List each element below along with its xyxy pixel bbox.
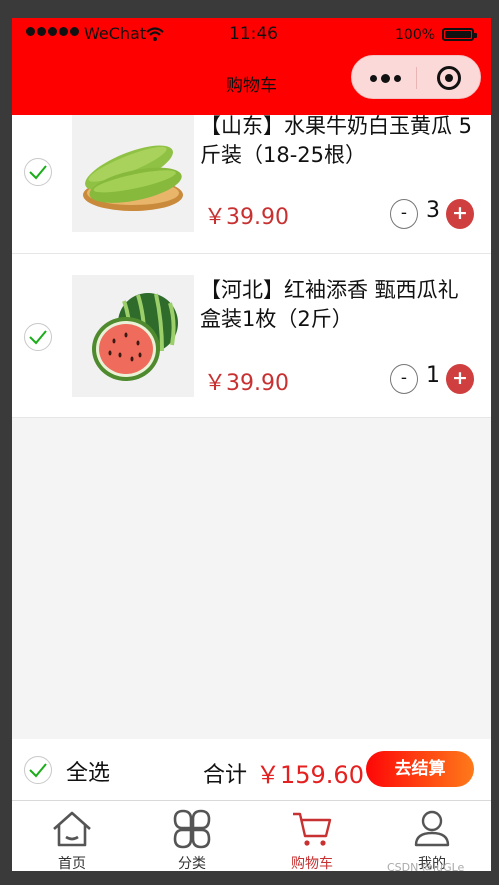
wifi-icon — [146, 27, 164, 41]
category-icon — [173, 809, 211, 849]
battery-percent: 100% — [395, 27, 436, 43]
tab-category[interactable]: 分类 — [132, 801, 252, 871]
product-image-cucumber[interactable] — [72, 115, 194, 232]
quantity-value: 3 — [426, 198, 440, 223]
battery-icon — [442, 28, 477, 41]
quantity-stepper: - 1 + — [390, 362, 474, 396]
tab-cart[interactable]: 购物车 — [252, 801, 372, 871]
total-value: ￥159.60 — [256, 761, 364, 789]
profile-icon — [414, 810, 450, 847]
home-icon — [53, 811, 91, 847]
checkout-button[interactable]: 去结算 — [366, 751, 474, 787]
decrease-button[interactable]: - — [390, 364, 418, 394]
quantity-value: 1 — [426, 363, 440, 388]
close-icon[interactable] — [437, 66, 461, 90]
total-label: 合计 — [203, 763, 248, 788]
checkmark-icon — [29, 165, 47, 180]
watermark: CSDN @JuGLe_ — [387, 861, 470, 871]
item-checkbox[interactable] — [24, 323, 52, 351]
decrease-button[interactable]: - — [390, 199, 418, 229]
capsule-divider — [416, 67, 417, 89]
checkmark-icon — [29, 330, 47, 345]
increase-button[interactable]: + — [446, 199, 474, 229]
phone-screen: WeChat 11:46 100% 购物车 【山东】水果牛奶白玉黄瓜 5斤装（1… — [12, 18, 491, 871]
tab-bar: 首页 分类 购物车 我的 CSDN @JuGLe_ — [12, 801, 491, 871]
cart-icon — [293, 812, 332, 846]
mini-program-capsule — [351, 55, 481, 99]
product-price: ￥39.90 — [204, 205, 289, 230]
select-all-label[interactable]: 全选 — [66, 755, 110, 787]
clock: 11:46 — [229, 24, 278, 44]
more-icon[interactable] — [370, 74, 401, 83]
tab-label: 首页 — [58, 856, 86, 871]
tab-label: 分类 — [178, 856, 206, 871]
select-all-checkbox[interactable] — [24, 756, 52, 784]
status-bar: WeChat 11:46 100% — [12, 18, 491, 52]
tab-label: 购物车 — [291, 856, 333, 871]
signal-icon — [26, 27, 79, 36]
nav-bar: 购物车 — [12, 52, 491, 115]
product-price: ￥39.90 — [204, 371, 289, 396]
quantity-stepper: - 3 + — [390, 197, 474, 231]
cart-item: 【河北】红袖添香 甄西瓜礼盒装1枚（2斤） ￥39.90 - 1 + — [12, 254, 491, 418]
product-name[interactable]: 【山东】水果牛奶白玉黄瓜 5斤装（18-25根） — [200, 112, 478, 170]
checkout-bar: 全选 合计 ￥159.60 去结算 — [12, 739, 491, 801]
tab-home[interactable]: 首页 — [12, 801, 132, 871]
cart-item: 【山东】水果牛奶白玉黄瓜 5斤装（18-25根） ￥39.90 - 3 + — [12, 112, 491, 254]
product-name[interactable]: 【河北】红袖添香 甄西瓜礼盒装1枚（2斤） — [200, 276, 478, 334]
product-image-watermelon[interactable] — [72, 275, 194, 397]
checkmark-icon — [29, 763, 47, 778]
carrier-name: WeChat — [84, 24, 147, 43]
item-checkbox[interactable] — [24, 158, 52, 186]
increase-button[interactable]: + — [446, 364, 474, 394]
